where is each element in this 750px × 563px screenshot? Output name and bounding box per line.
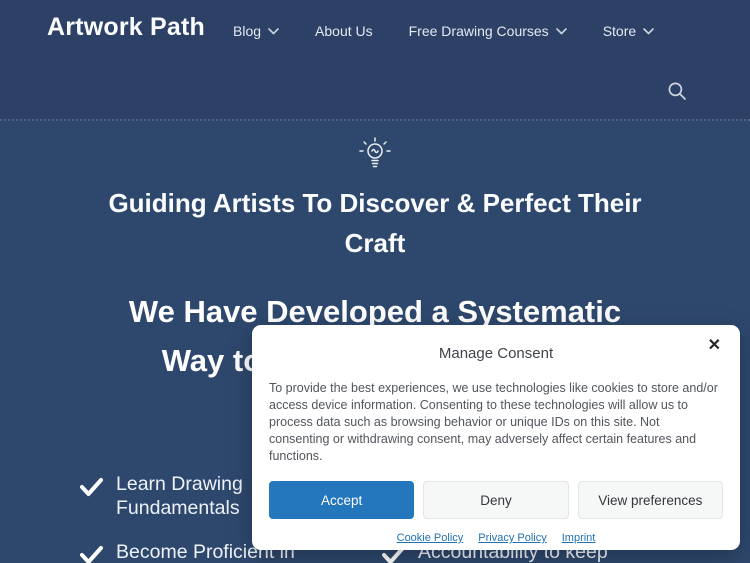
nav-item-label: Store [603,23,636,39]
deny-button[interactable]: Deny [423,481,568,519]
view-preferences-button[interactable]: View preferences [578,481,723,519]
accept-button[interactable]: Accept [269,481,414,519]
imprint-link[interactable]: Imprint [562,532,596,544]
consent-buttons: Accept Deny View preferences [269,481,723,519]
checklist-item-text: Learn Drawing Fundamentals [116,472,243,520]
nav-item-about-us[interactable]: About Us [315,23,373,39]
nav-item-free-drawing-courses[interactable]: Free Drawing Courses [409,23,567,39]
consent-policy-links: Cookie Policy Privacy Policy Imprint [269,532,723,544]
lightbulb-icon [0,136,750,177]
chevron-down-icon [268,28,279,35]
tagline-line: Craft [75,223,675,263]
site-header: Artwork Path Blog About Us Free Drawing … [0,0,750,121]
consent-description: To provide the best experiences, we use … [269,380,723,465]
cookie-policy-link[interactable]: Cookie Policy [397,532,464,544]
cookie-consent-dialog: Manage Consent ✕ To provide the best exp… [252,325,740,550]
check-icon [80,545,103,563]
tagline-line: Guiding Artists To Discover & Perfect Th… [75,183,675,223]
nav-item-label: About Us [315,23,373,39]
site-logo[interactable]: Artwork Path [47,13,205,42]
nav-item-label: Blog [233,23,261,39]
check-icon [80,477,103,502]
privacy-policy-link[interactable]: Privacy Policy [478,532,546,544]
close-icon[interactable]: ✕ [708,338,721,354]
chevron-down-icon [643,28,654,35]
nav-item-store[interactable]: Store [603,23,654,39]
dialog-title: Manage Consent [269,345,723,362]
hero-tagline: Guiding Artists To Discover & Perfect Th… [75,183,675,263]
search-icon[interactable] [667,81,687,101]
main-nav: Blog About Us Free Drawing Courses Store [233,23,654,39]
nav-item-blog[interactable]: Blog [233,23,279,39]
nav-item-label: Free Drawing Courses [409,23,549,39]
chevron-down-icon [556,28,567,35]
